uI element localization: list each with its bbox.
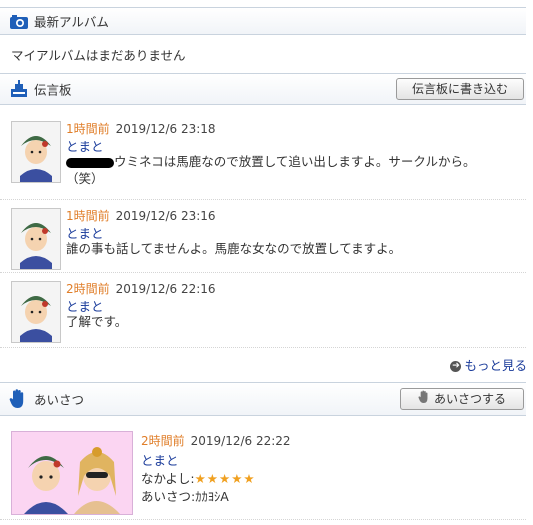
entry-meta: 2時間前 2019/12/6 22:22 [141,432,291,449]
more-link-label: もっと見る [464,358,527,373]
friendship-label: なかよし: [141,471,195,486]
entry-meta: 2時間前 2019/12/6 22:16 [66,280,216,297]
album-section-title: 最新アルバム [34,14,109,30]
entry-message: 了解です。 [66,314,128,329]
write-board-button[interactable]: 伝言板に書き込む [396,78,524,100]
entry-meta: 1時間前 2019/12/6 23:18 [66,120,216,137]
redacted-mark [66,157,114,168]
entry-message: 誰の事も話してませんよ。馬鹿な女なので放置してますよ。 [66,241,402,256]
entry-time-ago: 2時間前 [141,434,185,448]
album-empty-text: マイアルバムはまだありません [11,48,186,63]
entry-date: 2019/12/6 23:18 [115,122,216,136]
friendship-stars: ★★★★★ [194,471,256,486]
arrow-circle-icon: ➔ [450,361,462,372]
avatar[interactable] [11,208,61,270]
greeting-section-header: あいさつ あいさつする [0,382,526,416]
greeting-text: あいさつ:ｶｶﾖｼA [141,489,229,504]
board-entry: 1時間前 2019/12/6 23:18 とまと ウミネコは馬鹿なので放置して追い… [0,112,526,200]
board-entry: 1時間前 2019/12/6 23:16 とまと 誰の事も話してませんよ。馬鹿な女… [0,199,526,273]
board-section-header: 伝言板 伝言板に書き込む [0,73,526,105]
friendship-row: なかよし:★★★★★ [141,468,256,487]
entry-time-ago: 1時間前 [66,209,110,223]
entry-date: 2019/12/6 22:16 [115,282,216,296]
entry-message: ウミネコは馬鹿なので放置して追い出しますよ。サークルから。 （笑） [66,153,516,187]
avatar-pair[interactable] [11,431,133,515]
entry-message-line: ウミネコは馬鹿なので放置して追い出しますよ。サークルから。 [114,154,476,169]
entry-date: 2019/12/6 23:16 [115,209,216,223]
camera-icon [9,14,29,33]
entry-date: 2019/12/6 22:22 [190,434,291,448]
message-board-icon [9,80,29,101]
entry-time-ago: 1時間前 [66,122,110,136]
entry-meta: 1時間前 2019/12/6 23:16 [66,207,216,224]
board-section-title: 伝言板 [34,82,72,98]
hand-icon [418,390,430,410]
entry-time-ago: 2時間前 [66,282,110,296]
hand-icon [9,389,27,412]
send-greeting-label: あいさつする [433,392,506,406]
board-entry: 2時間前 2019/12/6 22:16 とまと 了解です。 [0,272,526,348]
entry-message-line: （笑） [66,171,104,186]
entry-author-link[interactable]: とまと [141,450,179,469]
greeting-section-title: あいさつ [34,392,85,408]
album-section-header: 最新アルバム [0,7,526,35]
greeting-entry: 2時間前 2019/12/6 22:22 とまと なかよし:★★★★★ あいさつ:… [0,424,526,520]
more-link[interactable]: ➔ もっと見る [450,355,527,374]
avatar[interactable] [11,281,61,343]
send-greeting-button[interactable]: あいさつする [400,388,524,410]
avatar[interactable] [11,121,61,183]
